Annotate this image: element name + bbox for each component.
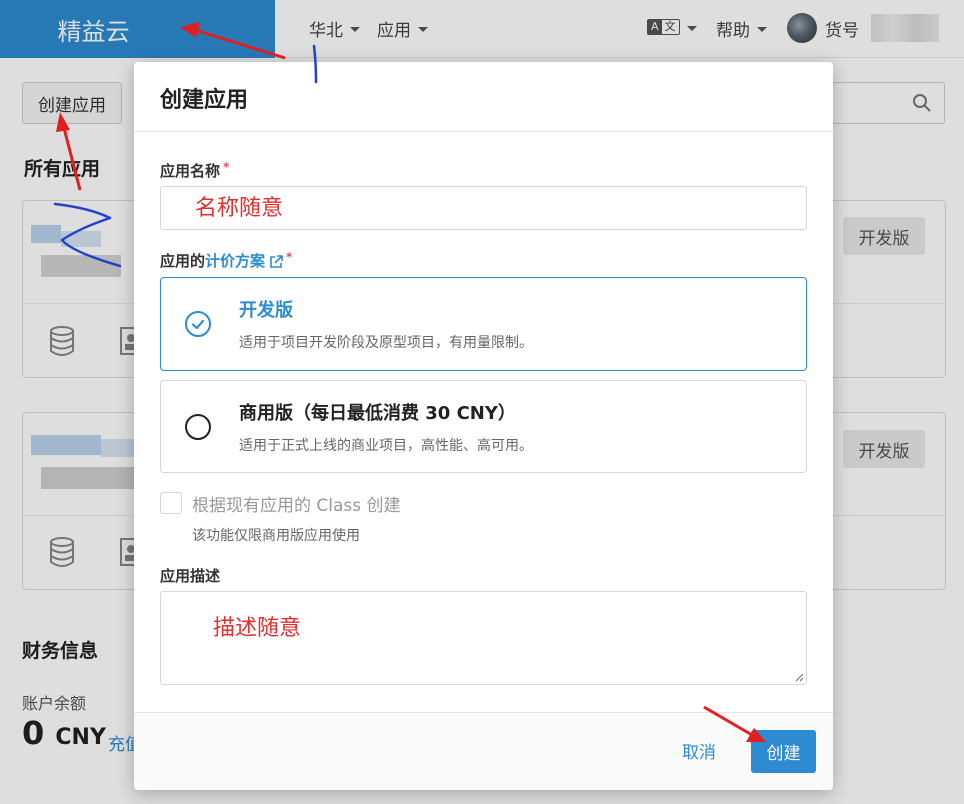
create-button[interactable]: 创建 bbox=[751, 730, 816, 773]
plan-name: 商用版（每日最低消费 30 CNY） bbox=[239, 403, 516, 424]
annotation-desc-hint: 描述随意 bbox=[213, 616, 302, 641]
plan-description: 适用于项目开发阶段及原型项目，有用量限制。 bbox=[239, 335, 533, 351]
app-description-label: 应用描述 bbox=[160, 567, 221, 585]
dialog-title: 创建应用 bbox=[160, 88, 249, 113]
external-link-icon[interactable] bbox=[269, 254, 283, 269]
pricing-plan-label: 应用的计价方案 * bbox=[160, 250, 292, 271]
radio-circle-icon[interactable] bbox=[185, 414, 211, 440]
check-circle-icon[interactable] bbox=[185, 311, 211, 337]
class-copy-checkbox[interactable] bbox=[160, 492, 182, 514]
resize-grip-icon[interactable] bbox=[794, 672, 804, 682]
dialog-footer bbox=[134, 712, 833, 790]
pricing-plan-link[interactable]: 计价方案 bbox=[205, 252, 265, 270]
class-copy-hint: 该功能仅限商用版应用使用 bbox=[192, 528, 360, 544]
required-mark: * bbox=[223, 160, 230, 174]
pricing-plan-label-prefix: 应用的 bbox=[160, 252, 206, 270]
dialog-header: 创建应用 bbox=[134, 62, 833, 132]
required-mark: * bbox=[286, 250, 293, 264]
annotation-name-hint: 名称随意 bbox=[195, 196, 284, 221]
app-name-label-text: 应用名称 bbox=[160, 162, 221, 180]
class-copy-label: 根据现有应用的 Class 创建 bbox=[192, 496, 401, 516]
plan-name: 开发版 bbox=[239, 300, 293, 321]
plan-option-dev[interactable]: 开发版 适用于项目开发阶段及原型项目，有用量限制。 bbox=[160, 277, 807, 371]
plan-option-commercial[interactable]: 商用版（每日最低消费 30 CNY） 适用于正式上线的商业项目，高性能、高可用。 bbox=[160, 380, 807, 473]
create-app-dialog: 创建应用 应用名称 * 应用的计价方案 * 开发版 适用于项目开发阶段及原型项目，有… bbox=[134, 62, 833, 790]
plan-description: 适用于正式上线的商业项目，高性能、高可用。 bbox=[239, 438, 533, 454]
cancel-button[interactable]: 取消 bbox=[682, 738, 716, 763]
app-name-label: 应用名称 * bbox=[160, 160, 229, 181]
